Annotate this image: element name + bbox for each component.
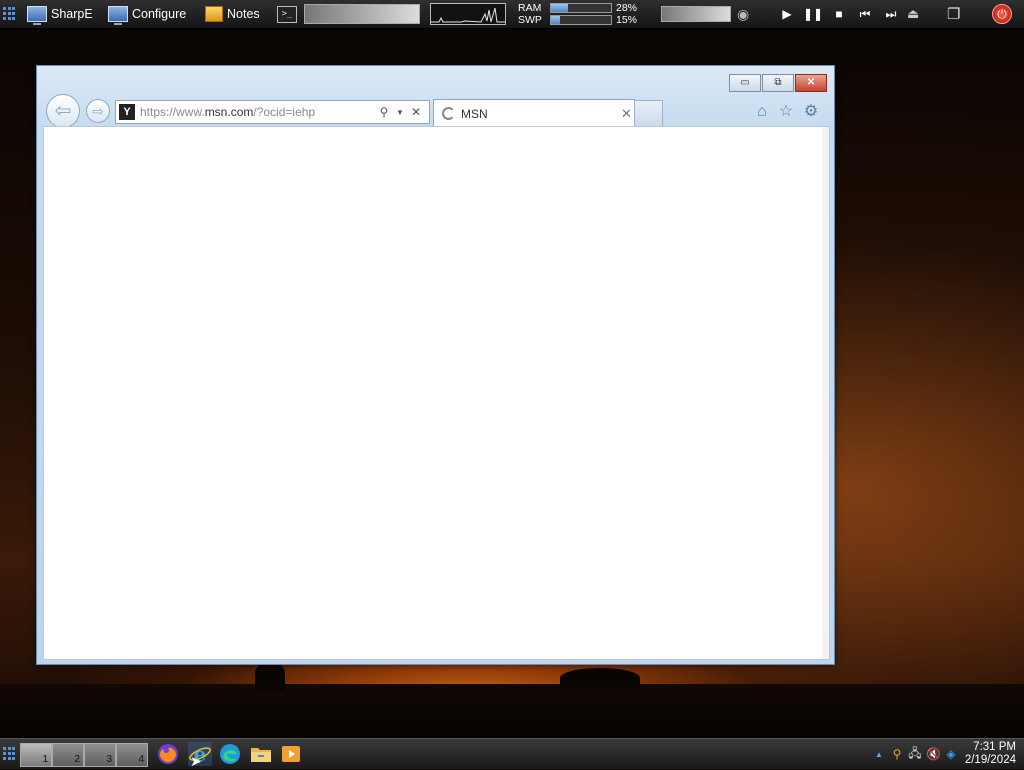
swp-bar <box>550 15 612 25</box>
loading-spinner-icon <box>442 107 455 120</box>
media-controls: ▶ ❚❚ ■ ⏮ ⏭ <box>774 0 904 28</box>
network-graph <box>430 0 506 28</box>
address-bar[interactable]: Y https://www.msn.com/?ocid=iehp ⚲ ▼ ✕ <box>115 100 430 124</box>
ram-label: RAM <box>518 2 542 14</box>
workspace-number: 3 <box>106 754 112 765</box>
speaker-muted-icon: ◉ <box>737 5 750 22</box>
network-graph-icon <box>430 3 506 25</box>
wallpaper-horizon <box>0 684 1024 738</box>
workspace-1[interactable]: 1 <box>20 743 52 767</box>
launcher-label: Notes <box>227 7 260 21</box>
new-tab-button[interactable] <box>634 100 663 127</box>
url-suffix: /?ocid=iehp <box>253 105 316 119</box>
media-player-icon[interactable] <box>279 742 303 766</box>
mouse-cursor-icon: ➤ <box>190 753 202 769</box>
workspace-number: 2 <box>74 754 80 765</box>
url-domain: msn.com <box>204 105 254 119</box>
launcher-label: SharpE <box>51 7 93 21</box>
ram-percent: 28% <box>616 2 638 14</box>
power-button[interactable]: ⏻ <box>992 0 1012 28</box>
memory-bars <box>550 0 612 28</box>
browser-window: ▭ ⧉ ✕ ⇦ ⇨ Y https://www.msn.com/?ocid=ie… <box>36 65 835 665</box>
terminal-button[interactable]: >_ <box>277 0 297 28</box>
tab-msn[interactable]: MSN ✕ <box>433 99 635 127</box>
pause-icon[interactable]: ❚❚ <box>800 7 826 21</box>
eject-button[interactable]: ⏏ <box>907 0 919 28</box>
play-icon[interactable]: ▶ <box>774 7 800 21</box>
tab-title: MSN <box>461 106 488 121</box>
stop-icon[interactable]: ■ <box>826 7 852 21</box>
workspace-2[interactable]: 2 <box>52 743 84 767</box>
monitor-icon <box>27 6 47 25</box>
favorites-star-icon[interactable]: ☆ <box>776 102 796 122</box>
edge-icon[interactable] <box>218 742 242 766</box>
vertical-scrollbar[interactable] <box>822 127 829 659</box>
clock-date: 2/19/2024 <box>964 754 1016 766</box>
system-tray: ▲ ⚲ 🖧 🔇 ◈ <box>872 745 958 763</box>
taskbar: 1 2 3 4 e ➤ ▲ ⚲ 🖧 🔇 ◈ 7:31 PM 2/19/2024 <box>0 738 1024 769</box>
launcher-configure[interactable]: Configure <box>108 0 186 28</box>
menu-grid-icon <box>3 747 15 761</box>
network-icon[interactable]: 🖧 <box>908 744 922 765</box>
memory-values: 28% 15% <box>616 0 637 28</box>
file-explorer-icon[interactable] <box>249 742 273 766</box>
clock-time: 7:31 PM <box>973 741 1016 753</box>
forward-arrow-icon: ⇨ <box>92 103 104 119</box>
monitor-icon <box>108 6 128 25</box>
cpu-meter <box>304 0 420 28</box>
next-icon[interactable]: ⏭ <box>878 7 904 22</box>
back-button[interactable]: ⇦ <box>46 94 80 128</box>
restore-button[interactable]: ⧉ <box>762 74 794 92</box>
search-icon[interactable]: ⚲ <box>890 747 904 761</box>
windows-icon: ❐ <box>947 6 961 23</box>
workspace-3[interactable]: 3 <box>84 743 116 767</box>
show-windows-button[interactable]: ❐ <box>947 0 960 28</box>
wallpaper-bush <box>560 668 640 688</box>
page-content[interactable] <box>43 126 830 660</box>
menu-grid-icon <box>3 7 15 21</box>
home-icon[interactable]: ⌂ <box>752 102 772 122</box>
address-url[interactable]: https://www.msn.com/?ocid=iehp <box>140 105 376 119</box>
power-icon: ⏻ <box>992 4 1012 24</box>
previous-icon[interactable]: ⏮ <box>852 7 878 22</box>
volume-meter[interactable] <box>661 0 731 28</box>
tab-close-icon[interactable]: ✕ <box>621 106 632 122</box>
top-panel: SharpE Configure Notes >_ RAM SWP 28% 15… <box>0 0 1024 29</box>
workspace-number: 4 <box>138 754 144 765</box>
taskbar-menu-button[interactable] <box>3 747 15 761</box>
workspace-4[interactable]: 4 <box>116 743 148 767</box>
url-prefix: https://www. <box>140 105 205 119</box>
ram-bar <box>550 3 612 13</box>
forward-button[interactable]: ⇨ <box>86 99 110 123</box>
swp-bar-fill <box>551 16 560 24</box>
terminal-icon: >_ <box>277 5 297 23</box>
audio-device-button[interactable]: ◉ <box>737 0 749 28</box>
launcher-label: Configure <box>132 7 187 21</box>
tray-expand-icon[interactable]: ▲ <box>872 750 886 759</box>
wallpaper-tree <box>255 662 285 692</box>
clock[interactable]: 7:31 PM 2/19/2024 <box>956 741 1016 767</box>
volume-meter-bar <box>661 6 731 22</box>
cpu-meter-bar <box>304 4 420 24</box>
settings-gear-icon[interactable]: ⚙ <box>801 102 821 122</box>
launcher-sharpe[interactable]: SharpE <box>27 0 93 28</box>
minimize-button[interactable]: ▭ <box>729 74 761 92</box>
workspace-number: 1 <box>42 754 48 765</box>
volume-muted-icon[interactable]: 🔇 <box>926 747 941 761</box>
ram-bar-fill <box>551 4 568 12</box>
launcher-notes[interactable]: Notes <box>205 0 260 28</box>
site-favicon-icon: Y <box>119 104 135 120</box>
back-arrow-icon: ⇦ <box>54 100 72 122</box>
stop-loading-icon[interactable]: ✕ <box>408 105 424 119</box>
search-icon[interactable]: ⚲ <box>376 105 392 119</box>
dropdown-chevron-icon[interactable]: ▼ <box>392 108 408 117</box>
eject-icon: ⏏ <box>907 6 920 21</box>
firefox-icon[interactable] <box>156 742 180 766</box>
close-button[interactable]: ✕ <box>795 74 827 92</box>
swp-percent: 15% <box>616 14 638 26</box>
notes-icon <box>205 6 223 22</box>
start-menu-button[interactable] <box>3 0 15 28</box>
swp-label: SWP <box>518 14 542 26</box>
memory-labels: RAM SWP <box>518 0 542 28</box>
